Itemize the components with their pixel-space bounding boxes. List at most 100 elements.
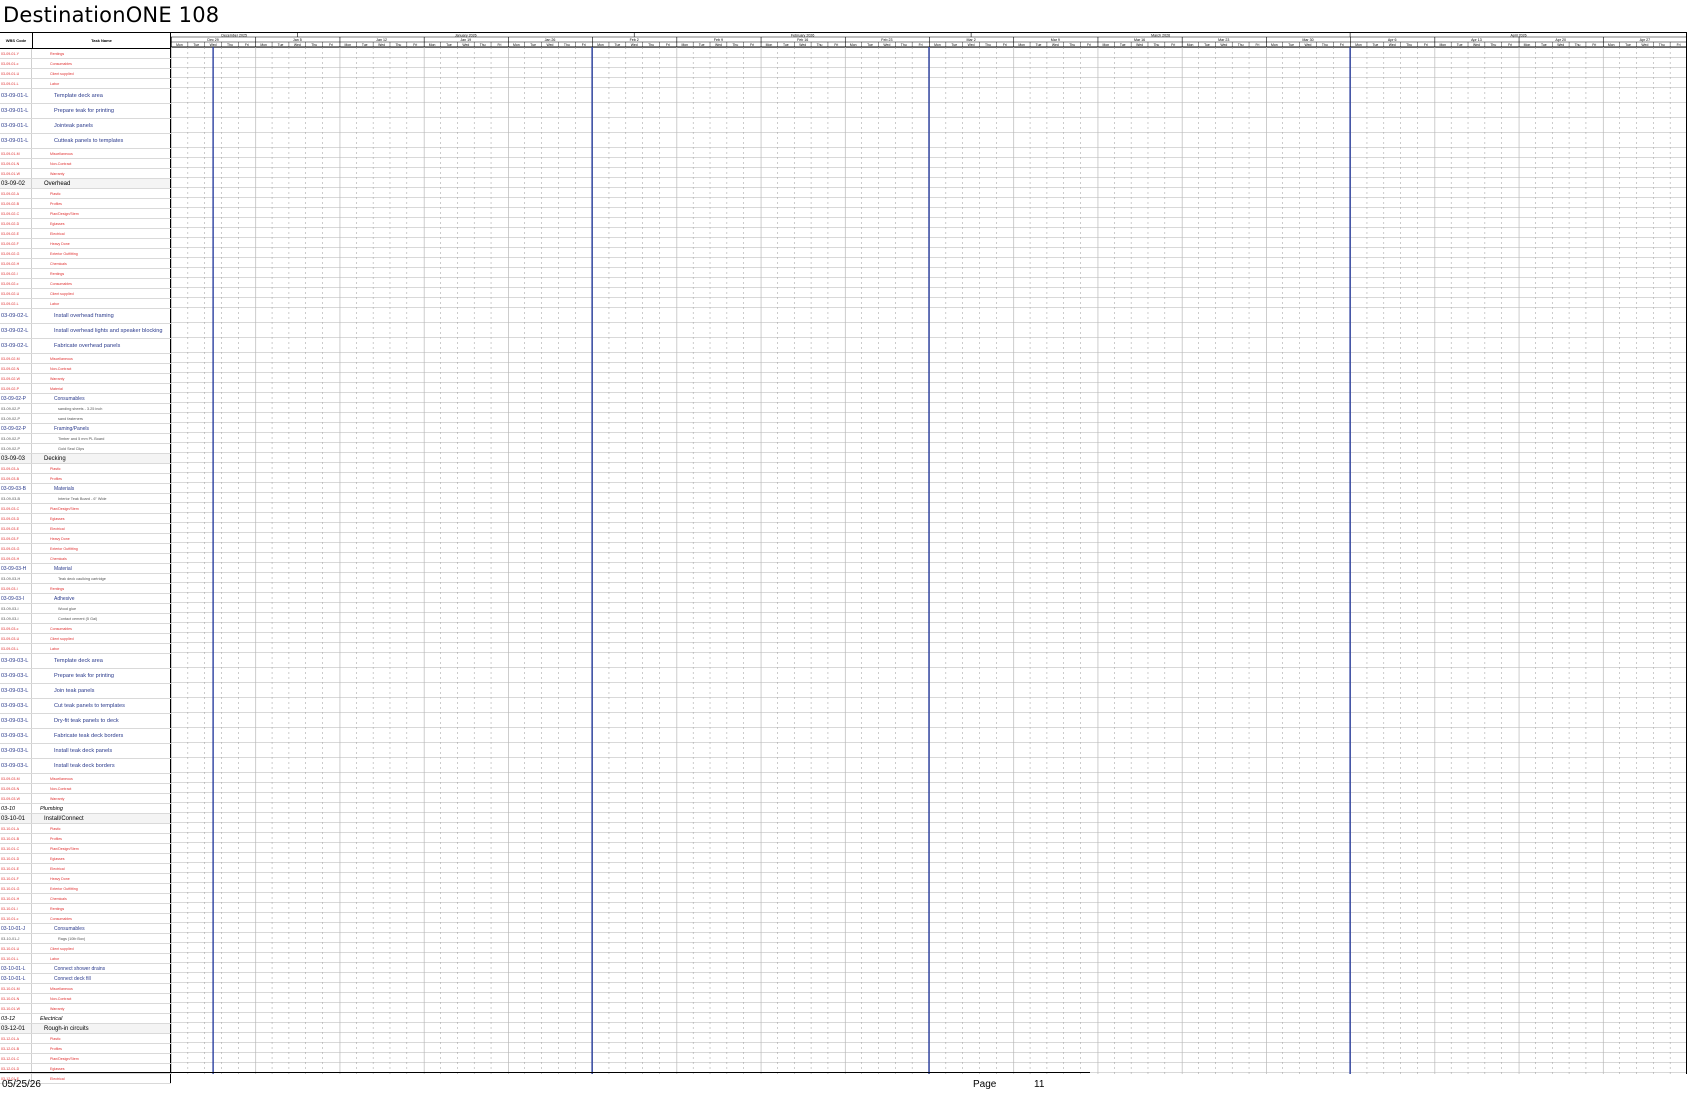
task-row[interactable]: 03-09-01-c Consumables — [0, 59, 171, 69]
task-row[interactable]: 03-09-02-L Install overhead framing — [0, 309, 171, 324]
task-row[interactable]: 03-09-02-A Plastic — [0, 189, 171, 199]
task-row[interactable]: 03-10-01-J Consumables — [0, 924, 171, 934]
task-row[interactable]: 03-12-01 Rough-in circuits — [0, 1024, 171, 1034]
task-row[interactable]: 03-09-02-C Plan/Design/Stem — [0, 209, 171, 219]
task-row[interactable]: 03-09-02-F Heavy Done — [0, 239, 171, 249]
task-row[interactable]: 03-09-03 Decking — [0, 454, 171, 464]
task-row[interactable]: 03-09-02-P sand fasteners — [0, 414, 171, 424]
task-row[interactable]: 03-09-03-I Contact cement (5 Gal) — [0, 614, 171, 624]
task-row[interactable]: 03-09-02-L Fabricate overhead panels — [0, 339, 171, 354]
task-row[interactable]: 03-09-03-L Fabricate teak deck borders — [0, 729, 171, 744]
task-row[interactable]: 03-10-01-L Labor — [0, 954, 171, 964]
task-row[interactable]: 03-10-01-I Rentings — [0, 904, 171, 914]
task-row[interactable]: 03-09-01-L Jointeak panels — [0, 119, 171, 134]
task-name-cell: Warranty — [32, 794, 171, 803]
task-row[interactable]: 03-09-03-L Dry-fit teak panels to deck — [0, 714, 171, 729]
task-row[interactable]: 03-10-01-A Plastic — [0, 824, 171, 834]
task-row[interactable]: 03-09-03-L Install teak deck panels — [0, 744, 171, 759]
task-row[interactable]: 03-09-02-D Eglasses — [0, 219, 171, 229]
task-row[interactable]: 03-10-01-C Plan/Design/Stem — [0, 844, 171, 854]
task-row[interactable]: 03-09-02-P Material — [0, 384, 171, 394]
task-row[interactable]: 03-09-03-A Plastic — [0, 464, 171, 474]
task-row[interactable]: 03-09-03-L Install teak deck borders — [0, 759, 171, 774]
task-row[interactable]: 03-09-03-I Adhesive — [0, 594, 171, 604]
task-row[interactable]: 03-09-02-I Rentings — [0, 269, 171, 279]
task-row[interactable]: 03-09-02-G Exterior Outfitting — [0, 249, 171, 259]
task-row[interactable]: 03-09-02-P Timber and 5 mm PL Board — [0, 434, 171, 444]
task-row[interactable]: 03-09-02-P Framing/Panels — [0, 424, 171, 434]
task-row[interactable]: 03-10-01-c Consumables — [0, 914, 171, 924]
task-row[interactable]: 03-09-02-M Miscellaneous — [0, 354, 171, 364]
task-row[interactable]: 03-10-01-J Rags (10lb Box) — [0, 934, 171, 944]
task-row[interactable]: 03-09-01-N Non-Contract — [0, 159, 171, 169]
task-row[interactable]: 03-09-02 Overhead — [0, 179, 171, 189]
task-row[interactable]: 03-09-03-M Miscellaneous — [0, 774, 171, 784]
task-row[interactable]: 03-09-01-L Template deck area — [0, 89, 171, 104]
task-row[interactable]: 03-09-03-N Non-Contract — [0, 784, 171, 794]
task-row[interactable]: 03-09-03-G Exterior Outfitting — [0, 544, 171, 554]
task-row[interactable]: 03-09-03-c Consumables — [0, 624, 171, 634]
task-row[interactable]: 03-10-01-L Connect shower drains — [0, 964, 171, 974]
task-row[interactable]: 03-09-03-C Plan/Design/Stem — [0, 504, 171, 514]
task-row[interactable]: 03-10-01-D Eglasses — [0, 854, 171, 864]
task-row[interactable]: 03-09-01-W Warranty — [0, 169, 171, 179]
task-row[interactable]: 03-09-03-E Electrical — [0, 524, 171, 534]
task-row[interactable]: 03-09-03-I Rentings — [0, 584, 171, 594]
task-row[interactable]: 03-09-03-W Warranty — [0, 794, 171, 804]
task-row[interactable]: 03-09-03-B Profiles — [0, 474, 171, 484]
task-row[interactable]: 03-09-03-B Materials — [0, 484, 171, 494]
task-row[interactable]: 03-10-01 Install/Connect — [0, 814, 171, 824]
task-row[interactable]: 03-09-01-U Client supplied — [0, 69, 171, 79]
task-row[interactable]: 03-12-01-B Profiles — [0, 1044, 171, 1054]
task-row[interactable]: 03-09-02-E Electrical — [0, 229, 171, 239]
task-row[interactable]: 03-10-01-U Client supplied — [0, 944, 171, 954]
task-row[interactable]: 03-09-02-L Install overhead lights and sp… — [0, 324, 171, 339]
task-row[interactable]: 03-09-02-B Profiles — [0, 199, 171, 209]
task-row[interactable]: 03-09-01-Y Rentings — [0, 49, 171, 59]
task-row[interactable]: 03-12 Electrical — [0, 1014, 171, 1024]
task-row[interactable]: 03-10-01-F Heavy Done — [0, 874, 171, 884]
task-row[interactable]: 03-09-02-P Gold Seal Clips — [0, 444, 171, 454]
task-name-cell: Client supplied — [32, 69, 171, 78]
task-row[interactable]: 03-10-01-E Electrical — [0, 864, 171, 874]
task-row[interactable]: 03-09-03-H Teak deck caulking cartridge — [0, 574, 171, 584]
task-row[interactable]: 03-09-03-H Material — [0, 564, 171, 574]
task-row[interactable]: 03-09-03-L Prepare teak for printing — [0, 669, 171, 684]
task-row[interactable]: 03-09-02-N Non-Contract — [0, 364, 171, 374]
task-row[interactable]: 03-09-02-U Client supplied — [0, 289, 171, 299]
task-row[interactable]: 03-10-01-G Exterior Outfitting — [0, 884, 171, 894]
task-name-cell: Cut teak panels to templates — [32, 699, 171, 713]
task-row[interactable]: 03-09-03-L Cut teak panels to templates — [0, 699, 171, 714]
task-row[interactable]: 03-09-02-P Consumables — [0, 394, 171, 404]
task-row[interactable]: 03-10-01-H Chemicals — [0, 894, 171, 904]
task-row[interactable]: 03-09-03-D Eglasses — [0, 514, 171, 524]
task-row[interactable]: 03-09-01-M Miscellaneous — [0, 149, 171, 159]
task-row[interactable]: 03-09-01-L Labor — [0, 79, 171, 89]
task-row[interactable]: 03-09-02-c Consumables — [0, 279, 171, 289]
task-row[interactable]: 03-10-01-N Non-Contract — [0, 994, 171, 1004]
task-row[interactable]: 03-09-03-H Chemicals — [0, 554, 171, 564]
task-row[interactable]: 03-12-01-C Plan/Design/Stem — [0, 1054, 171, 1064]
task-row[interactable]: 03-09-01-L Prepare teak for printing — [0, 104, 171, 119]
task-row[interactable]: 03-09-03-B Interior Teak Board - 6" Wide — [0, 494, 171, 504]
task-name-cell: Install/Connect — [32, 814, 171, 823]
task-row[interactable]: 03-10-01-B Profiles — [0, 834, 171, 844]
task-row[interactable]: 03-09-03-F Heavy Done — [0, 534, 171, 544]
task-row[interactable]: 03-09-03-L Template deck area — [0, 654, 171, 669]
task-row[interactable]: 03-12-01-A Plastic — [0, 1034, 171, 1044]
task-row[interactable]: 03-09-02-L Labor — [0, 299, 171, 309]
task-row[interactable]: 03-10-01-M Miscellaneous — [0, 984, 171, 994]
day-label: Tue — [1373, 43, 1379, 47]
task-row[interactable]: 03-10-01-L Connect deck fill — [0, 974, 171, 984]
task-row[interactable]: 03-09-03-L Labor — [0, 644, 171, 654]
wbs-code-cell: 03-10-01-L — [0, 964, 32, 973]
task-row[interactable]: 03-09-01-L Cutteak panels to templates — [0, 134, 171, 149]
task-row[interactable]: 03-09-03-U Client supplied — [0, 634, 171, 644]
task-row[interactable]: 03-10 Plumbing — [0, 804, 171, 814]
task-row[interactable]: 03-09-03-L Join teak panels — [0, 684, 171, 699]
task-row[interactable]: 03-09-02-W Warranty — [0, 374, 171, 384]
task-row[interactable]: 03-09-03-I Wood glue — [0, 604, 171, 614]
task-row[interactable]: 03-09-02-H Chemicals — [0, 259, 171, 269]
task-row[interactable]: 03-10-01-W Warranty — [0, 1004, 171, 1014]
task-row[interactable]: 03-09-02-P sanding sheets - 3.25 inch — [0, 404, 171, 414]
